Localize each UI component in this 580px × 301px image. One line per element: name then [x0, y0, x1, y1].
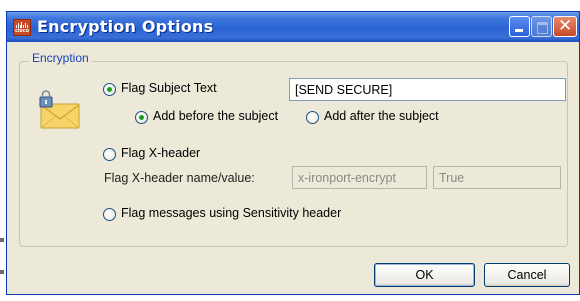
flag-xheader-radio[interactable] — [103, 148, 116, 161]
flag-sensitivity-label[interactable]: Flag messages using Sensitivity header — [121, 206, 341, 220]
maximize-icon — [537, 22, 548, 34]
title-bar[interactable]: cisco Encryption Options ✕ — [7, 12, 579, 42]
window-title: Encryption Options — [37, 17, 214, 36]
flag-subject-label[interactable]: Flag Subject Text — [121, 81, 217, 95]
flag-sensitivity-radio[interactable] — [103, 208, 116, 221]
background-artifact — [0, 270, 4, 274]
flag-xheader-label[interactable]: Flag X-header — [121, 146, 200, 160]
cisco-logo-icon: cisco — [13, 19, 31, 36]
add-before-subject-label[interactable]: Add before the subject — [153, 109, 278, 123]
add-before-subject-radio[interactable] — [135, 111, 148, 124]
logo-wordmark: cisco — [14, 28, 30, 34]
minimize-button[interactable] — [509, 16, 530, 37]
background-artifact — [0, 238, 4, 242]
encryption-group-legend: Encryption — [29, 51, 92, 65]
add-after-subject-radio[interactable] — [306, 111, 319, 124]
cancel-button[interactable]: Cancel — [484, 263, 570, 287]
maximize-button[interactable] — [531, 16, 552, 37]
close-button[interactable]: ✕ — [553, 16, 577, 37]
close-icon: ✕ — [558, 16, 573, 36]
ok-button[interactable]: OK — [374, 263, 475, 287]
locked-envelope-icon — [39, 90, 80, 129]
flag-subject-radio[interactable] — [103, 83, 116, 96]
xheader-value-input[interactable] — [433, 166, 561, 189]
xheader-name-input[interactable] — [292, 166, 427, 189]
minimize-icon — [515, 29, 523, 32]
encryption-options-dialog: cisco Encryption Options ✕ Encryption Fl… — [6, 11, 580, 295]
subject-text-input[interactable] — [289, 78, 566, 101]
add-after-subject-label[interactable]: Add after the subject — [324, 109, 439, 123]
xheader-name-value-label: Flag X-header name/value: — [104, 171, 255, 185]
